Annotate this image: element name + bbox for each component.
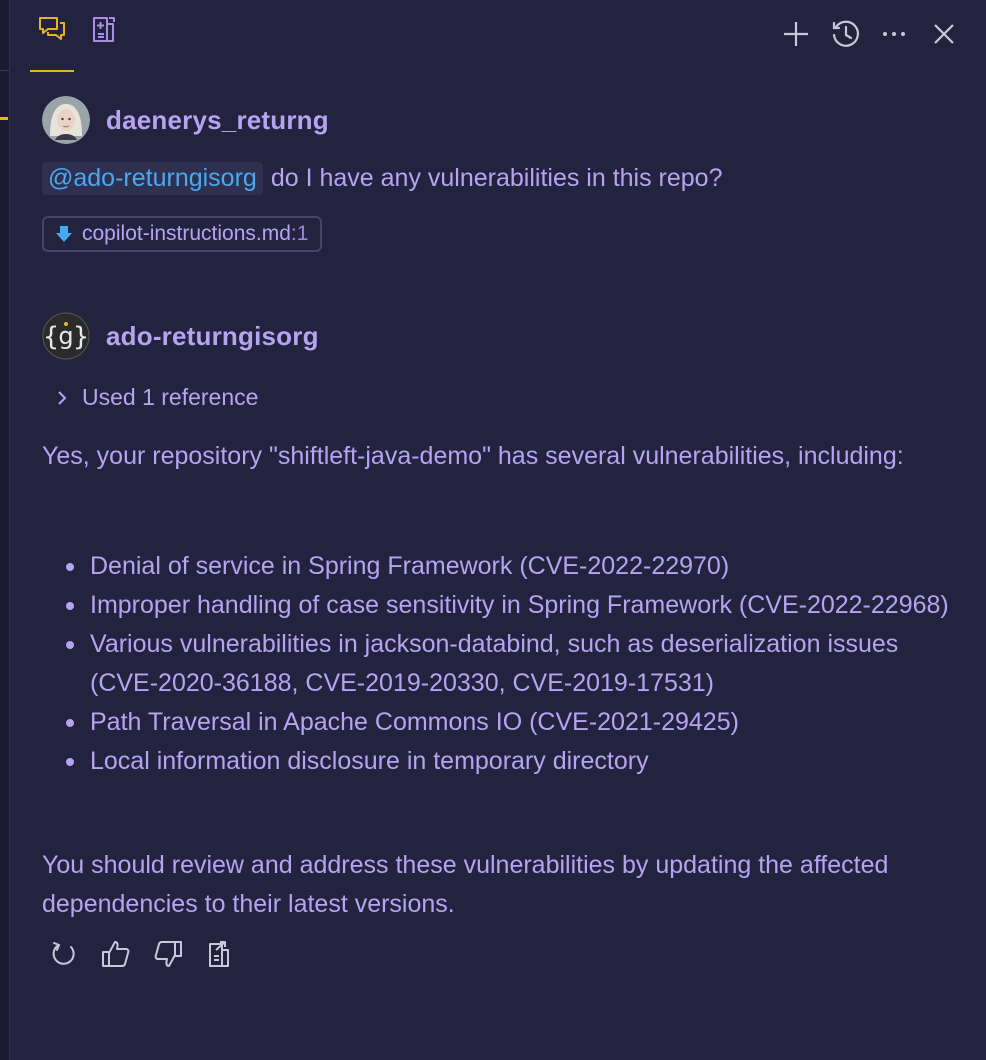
- retry-button[interactable]: [44, 936, 84, 976]
- markdown-file-icon: [54, 224, 74, 244]
- tab-notes[interactable]: [82, 14, 126, 70]
- bot-name: ado-returngisorg: [106, 320, 319, 351]
- reference-line: :1: [290, 222, 309, 245]
- list-item: Local information disclosure in temporar…: [42, 742, 952, 781]
- chevron-right-icon: [56, 389, 68, 407]
- history-icon: [830, 18, 862, 55]
- list-item: Improper handling of case sensitivity in…: [42, 586, 952, 625]
- reference-chip[interactable]: copilot-instructions.md:1: [42, 216, 323, 252]
- notes-icon: [89, 14, 119, 44]
- answer-outro: You should review and address these vuln…: [42, 851, 889, 918]
- list-item: Denial of service in Spring Framework (C…: [42, 547, 952, 586]
- insert-note-icon: [205, 939, 235, 974]
- bot-avatar: { { } g: [42, 312, 90, 360]
- thumbs-up-button[interactable]: [96, 936, 136, 976]
- svg-text:g: g: [58, 322, 73, 350]
- user-query: @ado-returngisorg do I have any vulnerab…: [42, 162, 723, 195]
- tab-chat[interactable]: [30, 14, 74, 72]
- left-rail: [0, 0, 10, 1060]
- more-icon: [879, 19, 909, 54]
- reference-filename: copilot-instructions.md: [82, 222, 291, 245]
- thumbs-down-icon: [152, 938, 184, 975]
- panel-toolbar: [10, 0, 986, 72]
- insert-into-notebook-button[interactable]: [200, 936, 240, 976]
- new-chat-button[interactable]: [778, 18, 814, 54]
- vulnerability-list: Denial of service in Spring Framework (C…: [42, 547, 952, 781]
- user-avatar: [42, 96, 90, 144]
- retry-icon: [49, 939, 79, 974]
- thumbs-up-icon: [100, 938, 132, 975]
- chat-panel: daenerys_returng @ado-returngisorg do I …: [0, 0, 986, 1060]
- thumbs-down-button[interactable]: [148, 936, 188, 976]
- rail-divider: [0, 70, 9, 71]
- plus-icon: [781, 19, 811, 54]
- close-icon: [930, 20, 958, 53]
- response-actions: [44, 936, 252, 976]
- query-text: do I have any vulnerabilities in this re…: [270, 164, 723, 192]
- answer-intro: Yes, your repository "shiftleft-java-dem…: [42, 442, 904, 470]
- used-references-label: Used 1 reference: [82, 384, 259, 410]
- list-item: Various vulnerabilities in jackson-datab…: [42, 625, 952, 703]
- rail-active-marker: [0, 117, 8, 120]
- chat-icon: [37, 14, 67, 44]
- list-item: Path Traversal in Apache Commons IO (CVE…: [42, 703, 952, 742]
- close-button[interactable]: [926, 18, 962, 54]
- user-message-header: daenerys_returng: [42, 96, 329, 144]
- agent-mention[interactable]: @ado-returngisorg: [42, 162, 263, 195]
- used-references-toggle[interactable]: Used 1 reference: [56, 384, 258, 411]
- user-name: daenerys_returng: [106, 104, 329, 135]
- bot-message-header: { { } g ado-returngisorg: [42, 312, 319, 360]
- history-button[interactable]: [828, 18, 864, 54]
- more-options-button[interactable]: [876, 18, 912, 54]
